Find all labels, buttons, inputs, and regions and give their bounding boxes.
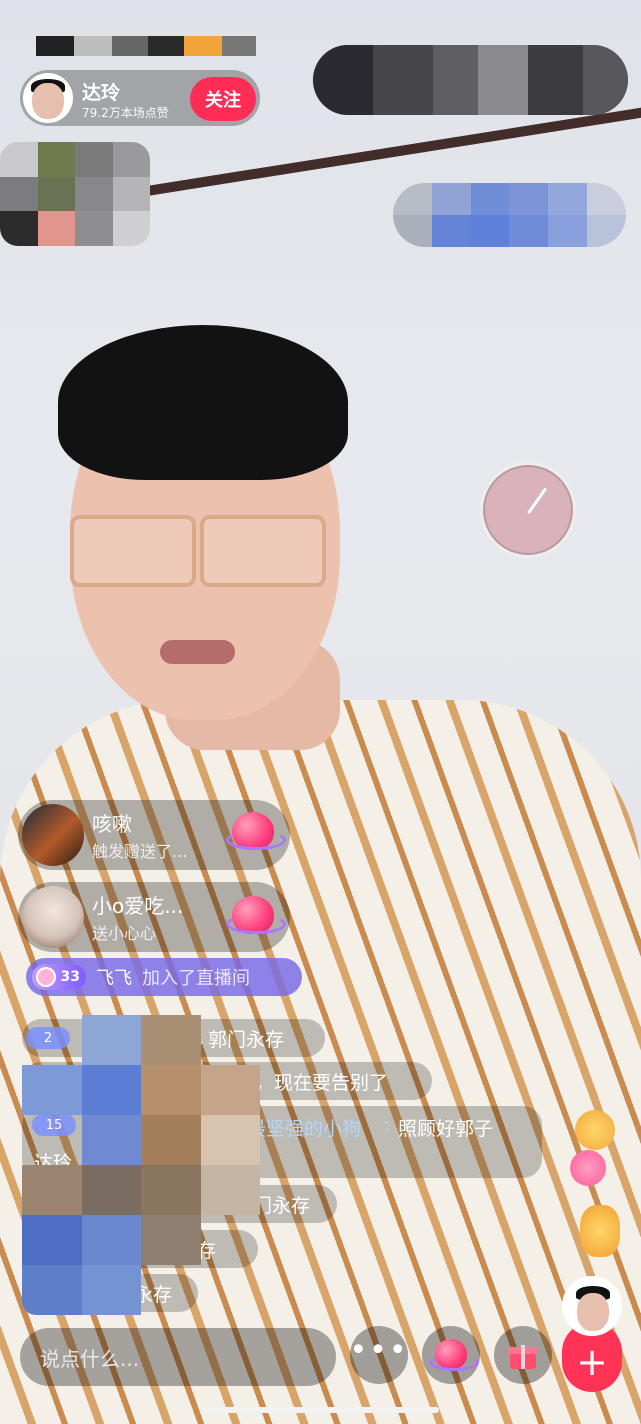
audience-list-mosaic[interactable] xyxy=(313,45,628,115)
live-stream-video[interactable]: 达玲 79.2万本场点赞 关注 咳嗽 触发赠送了... 小o爱吃... 送小心心… xyxy=(0,0,641,1424)
more-button[interactable]: ••• xyxy=(349,1326,408,1384)
anchor-likes-count: 79.2万本场点赞 xyxy=(82,106,169,120)
heart-icon xyxy=(429,1336,479,1374)
heart-gift-icon xyxy=(226,892,286,938)
chat-privacy-mosaic xyxy=(22,1015,260,1315)
gift-icon xyxy=(508,1341,538,1369)
gift-description: 触发赠送了... xyxy=(92,842,188,861)
gift-description: 送小心心 xyxy=(92,924,157,943)
gift-sender-name: 咳嗽 xyxy=(92,812,132,836)
activity-banner-mosaic[interactable] xyxy=(393,183,626,247)
gift-sender-name: 小o爱吃... xyxy=(92,894,184,918)
comment-input[interactable]: 说点什么... xyxy=(20,1328,336,1386)
gift-sender-avatar[interactable] xyxy=(22,886,84,948)
anchor-avatar[interactable] xyxy=(23,73,73,123)
gift-sender-avatar[interactable] xyxy=(22,804,84,866)
anchor-name: 达玲 xyxy=(82,82,121,104)
follow-button[interactable]: 关注 xyxy=(190,77,256,121)
home-indicator[interactable] xyxy=(203,1407,439,1413)
gift-button[interactable] xyxy=(494,1326,552,1384)
floating-emoji-icon xyxy=(575,1110,615,1150)
wall-clock xyxy=(480,462,576,558)
status-bar-mosaic xyxy=(36,36,256,56)
joined-text: 加入了直播间 xyxy=(142,968,250,989)
floating-hand-icon xyxy=(580,1205,620,1257)
streamer-mouth xyxy=(160,640,235,664)
streamer-glasses xyxy=(60,515,326,587)
corner-user-avatar[interactable] xyxy=(562,1276,622,1336)
chat-text: 照顾好郭子 xyxy=(398,1118,494,1140)
floating-heart-icon xyxy=(570,1150,606,1186)
heart-gift-icon xyxy=(226,808,286,854)
chat-username[interactable]: 最坚强的小狗 xyxy=(247,1114,361,1141)
streamer-hair xyxy=(58,325,348,480)
joined-user-name[interactable]: 飞飞 xyxy=(96,964,132,990)
user-joined-banner: 33 飞飞 加入了直播间 xyxy=(26,958,302,996)
like-button[interactable] xyxy=(422,1326,480,1384)
ranking-mosaic[interactable] xyxy=(0,142,150,246)
level-badge: 33 xyxy=(32,964,86,990)
